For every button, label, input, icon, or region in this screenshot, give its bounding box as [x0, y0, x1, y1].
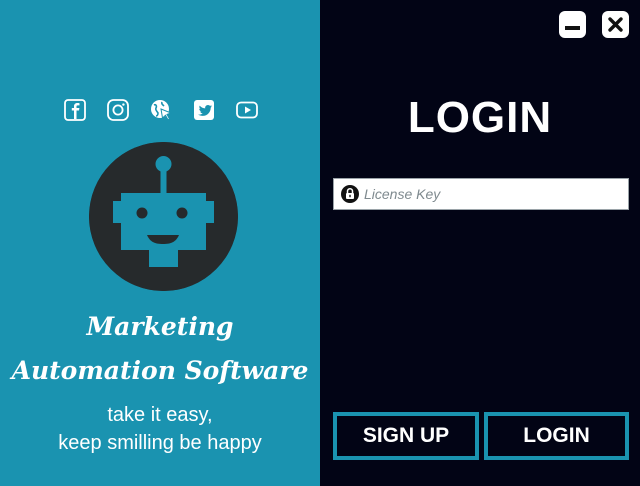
social-links	[64, 99, 258, 121]
tagline-line1: take it easy,	[107, 404, 213, 426]
lock-icon	[341, 185, 359, 203]
tagline-line2: keep smilling be happy	[58, 432, 262, 454]
login-button[interactable]: LOGIN	[484, 412, 629, 460]
login-title: LOGIN	[407, 93, 553, 142]
branding-panel: Marketing Automation Software take it ea…	[0, 0, 320, 486]
close-icon	[608, 17, 623, 32]
license-key-field[interactable]	[333, 178, 629, 210]
minimize-button[interactable]	[559, 11, 586, 38]
app-window: Marketing Automation Software take it ea…	[0, 0, 640, 486]
close-button[interactable]	[602, 11, 629, 38]
brand-title-line1: Marketing	[86, 312, 234, 341]
license-key-input[interactable]	[364, 181, 622, 207]
robot-logo	[89, 142, 238, 291]
minimize-icon	[565, 26, 580, 30]
signup-button[interactable]: SIGN UP	[333, 412, 479, 460]
youtube-icon[interactable]	[236, 99, 258, 121]
facebook-icon[interactable]	[64, 99, 86, 121]
website-icon[interactable]	[150, 99, 172, 121]
brand-title-line2: Automation Software	[11, 356, 309, 385]
instagram-icon[interactable]	[107, 99, 129, 121]
twitter-icon[interactable]	[193, 99, 215, 121]
